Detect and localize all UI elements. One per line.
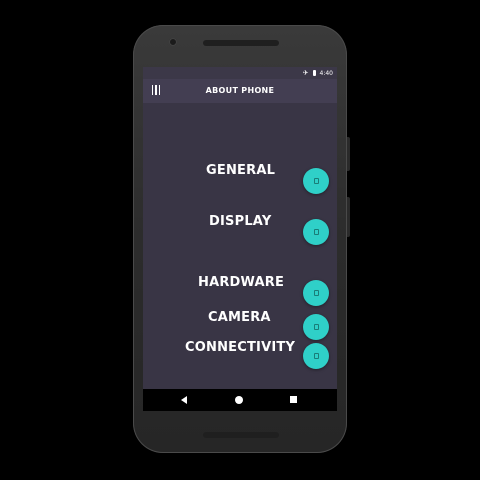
fab-icon xyxy=(313,324,319,330)
app-bar: ABOUT PHONE xyxy=(143,79,337,103)
menu-item-general[interactable]: GENERAL xyxy=(206,163,275,178)
fab-icon xyxy=(313,229,319,235)
navigation-bar xyxy=(143,389,337,411)
connectivity-fab-button[interactable] xyxy=(303,343,329,369)
general-fab-button[interactable] xyxy=(303,168,329,194)
menu-item-camera[interactable]: CAMERA xyxy=(208,310,271,325)
fab-icon xyxy=(313,290,319,296)
front-camera xyxy=(169,38,177,46)
power-button xyxy=(347,137,350,171)
camera-fab-button[interactable] xyxy=(303,314,329,340)
menu-item-connectivity[interactable]: CONNECTIVITY xyxy=(185,340,295,355)
page-title: ABOUT PHONE xyxy=(205,86,275,95)
top-speaker xyxy=(203,40,279,46)
volume-button xyxy=(347,197,350,237)
hardware-fab-button[interactable] xyxy=(303,280,329,306)
battery-icon xyxy=(312,70,316,76)
menu-item-hardware[interactable]: HARDWARE xyxy=(198,275,284,290)
fab-icon xyxy=(313,178,319,184)
screen: ✈ 4:40 ABOUT PHONE GENERAL DISPLAY HARDW… xyxy=(143,67,337,411)
airplane-icon: ✈ xyxy=(302,68,309,77)
back-icon[interactable] xyxy=(181,396,187,404)
fab-icon xyxy=(313,353,319,359)
display-fab-button[interactable] xyxy=(303,219,329,245)
status-time: 4:40 xyxy=(319,69,333,77)
status-bar: ✈ 4:40 xyxy=(143,67,337,79)
bottom-speaker xyxy=(203,432,279,438)
menu-item-display[interactable]: DISPLAY xyxy=(209,214,271,229)
phone-frame: ✈ 4:40 ABOUT PHONE GENERAL DISPLAY HARDW… xyxy=(133,25,350,453)
recent-apps-icon[interactable] xyxy=(290,396,297,403)
home-icon[interactable] xyxy=(235,396,243,404)
